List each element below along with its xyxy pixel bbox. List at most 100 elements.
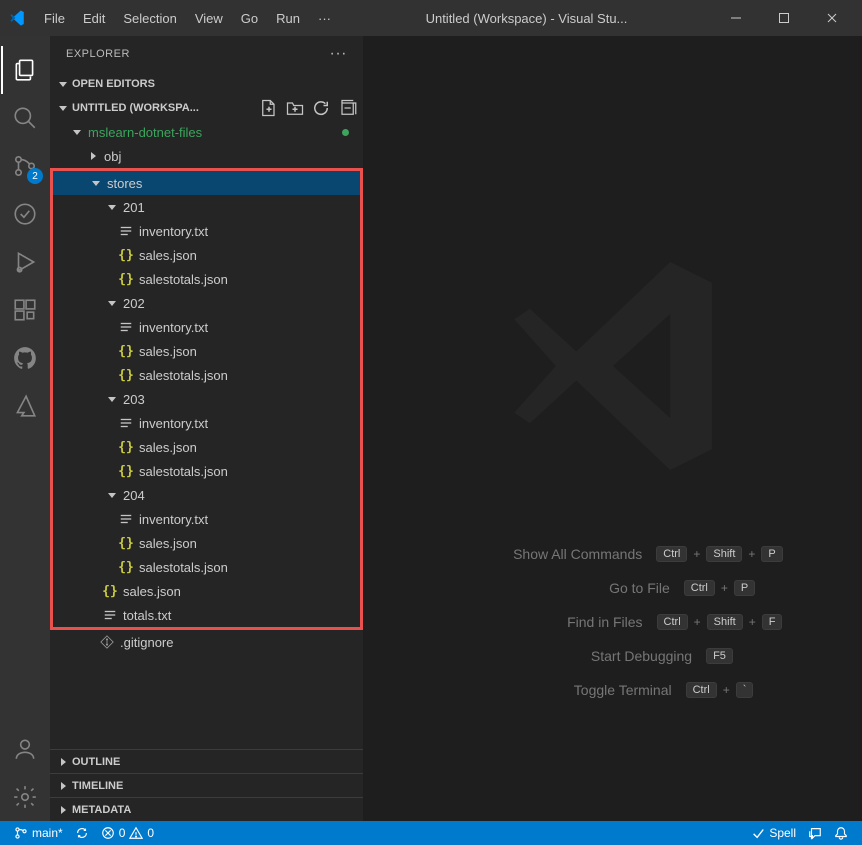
folder-202[interactable]: 202 [53, 291, 360, 315]
file-label: sales.json [139, 248, 197, 263]
activity-extensions[interactable] [1, 286, 49, 334]
file-salestotals-json[interactable]: {} salestotals.json [53, 363, 360, 387]
menu-file[interactable]: File [36, 7, 73, 30]
folder-201[interactable]: 201 [53, 195, 360, 219]
json-file-icon: {} [117, 344, 135, 359]
file-label: sales.json [123, 584, 181, 599]
folder-label: 202 [123, 296, 145, 311]
timeline-label: TIMELINE [72, 780, 123, 792]
key-Ctrl: Ctrl [656, 546, 687, 562]
activity-search[interactable] [1, 94, 49, 142]
status-spell[interactable]: Spell [745, 826, 802, 840]
explorer-more-icon[interactable]: ··· [330, 45, 347, 63]
menu-overflow-icon[interactable]: ··· [310, 7, 339, 30]
maximize-button[interactable] [762, 3, 806, 33]
file-label: salestotals.json [139, 560, 228, 575]
outline-header[interactable]: OUTLINE [50, 749, 363, 773]
file-inventory-txt[interactable]: inventory.txt [53, 219, 360, 243]
activity-github[interactable] [1, 334, 49, 382]
status-branch[interactable]: main* [8, 826, 69, 840]
plus-icon: + [748, 547, 755, 561]
status-problems[interactable]: 0 0 [95, 826, 160, 840]
activity-azure[interactable] [1, 382, 49, 430]
shortcut-row: Show All Commands Ctrl+Shift+P [363, 546, 862, 562]
key-P: P [734, 580, 755, 596]
key-P: P [761, 546, 782, 562]
file-label: salestotals.json [139, 464, 228, 479]
key-Shift: Shift [707, 614, 743, 630]
close-button[interactable] [810, 3, 854, 33]
text-file-icon [117, 320, 135, 334]
file-salestotals-json[interactable]: {} salestotals.json [53, 555, 360, 579]
shortcut-keys: Ctrl+P [684, 580, 755, 596]
chevron-down-icon [70, 130, 84, 135]
welcome-shortcuts: Show All Commands Ctrl+Shift+P Go to Fil… [363, 546, 862, 716]
menu-edit[interactable]: Edit [75, 7, 113, 30]
window-title: Untitled (Workspace) - Visual Stu... [339, 11, 714, 26]
open-editors-header[interactable]: OPEN EDITORS [50, 72, 363, 96]
file-sales-json[interactable]: {} sales.json [53, 243, 360, 267]
activity-testing[interactable] [1, 190, 49, 238]
menu-go[interactable]: Go [233, 7, 266, 30]
file-sales-json[interactable]: {} sales.json [53, 339, 360, 363]
folder-204[interactable]: 204 [53, 483, 360, 507]
file-totals-txt[interactable]: totals.txt [53, 603, 360, 627]
folder-203[interactable]: 203 [53, 387, 360, 411]
timeline-header[interactable]: TIMELINE [50, 773, 363, 797]
activity-run-debug[interactable] [1, 238, 49, 286]
activity-settings[interactable] [1, 773, 49, 821]
json-file-icon: {} [101, 584, 119, 599]
text-file-icon [117, 416, 135, 430]
title-bar: File Edit Selection View Go Run ··· Unti… [0, 0, 862, 36]
chevron-down-icon [105, 493, 119, 498]
file-salestotals-json[interactable]: {} salestotals.json [53, 267, 360, 291]
file-sales-json[interactable]: {} sales.json [53, 579, 360, 603]
activity-accounts[interactable] [1, 725, 49, 773]
file-label: inventory.txt [139, 416, 208, 431]
menu-selection[interactable]: Selection [115, 7, 184, 30]
key-Ctrl: Ctrl [684, 580, 715, 596]
refresh-icon[interactable] [311, 98, 331, 118]
minimize-button[interactable] [714, 3, 758, 33]
metadata-header[interactable]: METADATA [50, 797, 363, 821]
menu-view[interactable]: View [187, 7, 231, 30]
file-label: sales.json [139, 344, 197, 359]
status-feedback[interactable] [802, 826, 828, 840]
shortcut-label: Toggle Terminal [472, 682, 672, 698]
file-inventory-txt[interactable]: inventory.txt [53, 507, 360, 531]
folder-root[interactable]: mslearn-dotnet-files [50, 120, 363, 144]
file-label: salestotals.json [139, 368, 228, 383]
shortcut-row: Find in Files Ctrl+Shift+F [363, 614, 862, 630]
chevron-down-icon [105, 397, 119, 402]
menu-run[interactable]: Run [268, 7, 308, 30]
shortcut-label: Go to File [470, 580, 670, 596]
shortcut-label: Find in Files [443, 614, 643, 630]
new-folder-icon[interactable] [285, 98, 305, 118]
file-sales-json[interactable]: {} sales.json [53, 435, 360, 459]
plus-icon: + [723, 683, 730, 697]
json-file-icon: {} [117, 368, 135, 383]
chevron-down-icon [56, 106, 70, 111]
file-sales-json[interactable]: {} sales.json [53, 531, 360, 555]
activity-explorer[interactable] [1, 46, 49, 94]
folder-stores[interactable]: stores [53, 171, 360, 195]
scm-badge: 2 [27, 168, 43, 184]
git-file-icon [98, 635, 116, 649]
activity-scm[interactable]: 2 [1, 142, 49, 190]
file-salestotals-json[interactable]: {} salestotals.json [53, 459, 360, 483]
status-notifications[interactable] [828, 826, 854, 840]
new-file-icon[interactable] [259, 98, 279, 118]
folder-obj[interactable]: obj [50, 144, 363, 168]
collapse-all-icon[interactable] [337, 98, 357, 118]
file-gitignore[interactable]: .gitignore [50, 630, 363, 654]
json-file-icon: {} [117, 248, 135, 263]
activity-bar: 2 [0, 36, 50, 821]
workspace-header[interactable]: UNTITLED (WORKSPA... [50, 96, 363, 120]
file-inventory-txt[interactable]: inventory.txt [53, 411, 360, 435]
chevron-right-icon [86, 152, 100, 160]
text-file-icon [117, 512, 135, 526]
key-Ctrl: Ctrl [657, 614, 688, 630]
file-inventory-txt[interactable]: inventory.txt [53, 315, 360, 339]
spell-label: Spell [769, 826, 796, 840]
status-sync[interactable] [69, 826, 95, 840]
